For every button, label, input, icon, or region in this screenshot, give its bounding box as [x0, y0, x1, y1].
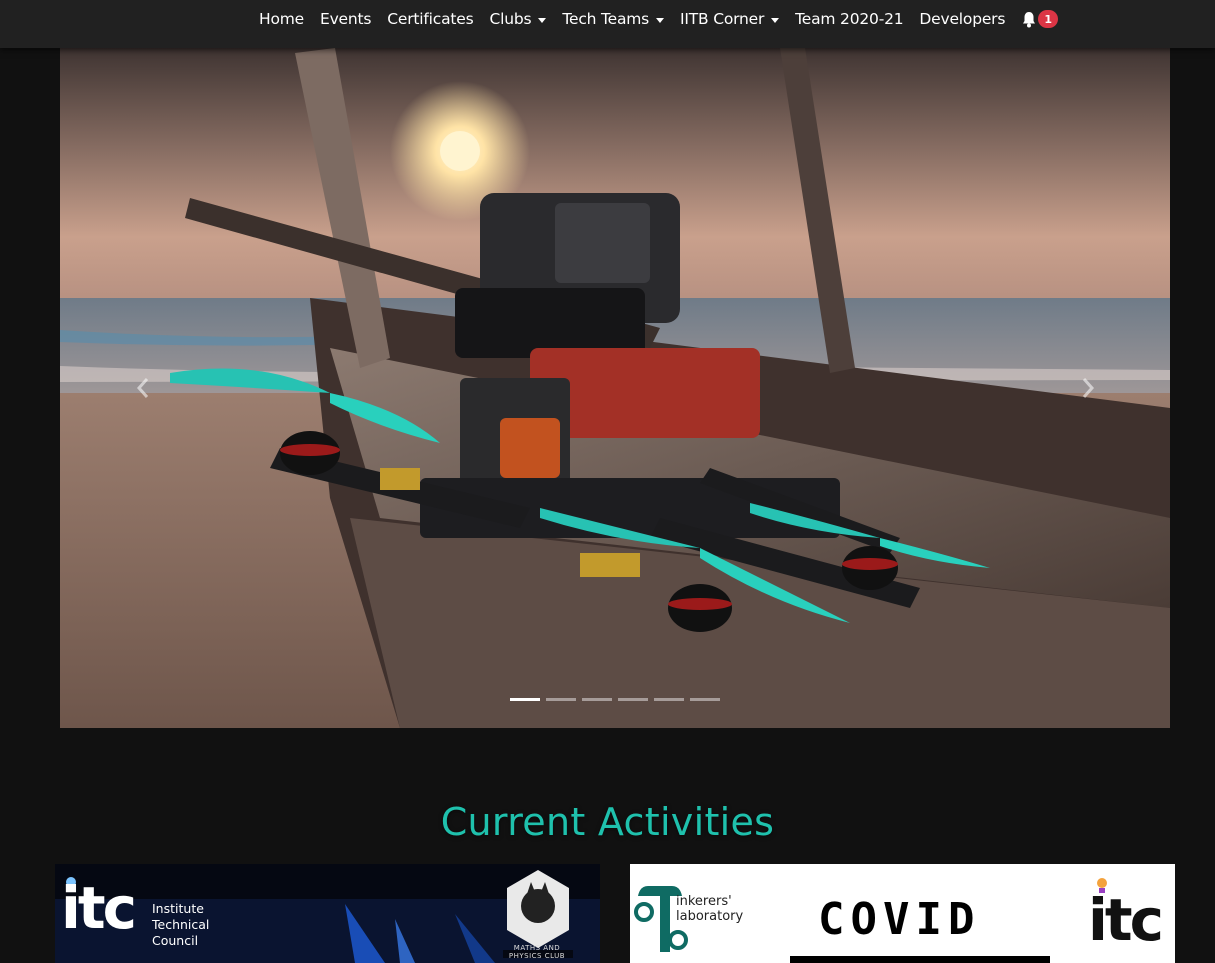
carousel-prev-button[interactable]: [60, 48, 225, 728]
nav-iitb-corner-dropdown[interactable]: IITB Corner: [672, 10, 787, 28]
headline-overflow-line: [790, 956, 1050, 963]
caret-down-icon: [656, 17, 665, 23]
nav-tech-teams-dropdown[interactable]: Tech Teams: [554, 10, 672, 28]
activity-card[interactable]: itc Institute Technical Council MATHS AN…: [55, 864, 600, 963]
notification-badge: 1: [1038, 10, 1059, 28]
hero-carousel: [60, 48, 1170, 728]
caret-down-icon: [538, 17, 547, 23]
org-name-line: Institute: [152, 901, 204, 916]
notification-button[interactable]: 1: [1013, 10, 1066, 28]
bell-icon: [1023, 11, 1036, 27]
carousel-slide-image: [60, 48, 1170, 728]
caret-down-icon: [771, 17, 780, 23]
org-name-line: Council: [152, 933, 199, 948]
navbar: Home Events Certificates Clubs Tech Team…: [0, 0, 1215, 48]
carousel-indicator[interactable]: [582, 698, 612, 701]
nav-developers[interactable]: Developers: [911, 10, 1013, 28]
partner-name-line: laboratory: [676, 909, 744, 924]
club-badge-text: MATHS AND PHYSICS CLUB: [508, 944, 566, 960]
carousel-indicator[interactable]: [510, 698, 540, 701]
nav-certificates[interactable]: Certificates: [379, 10, 481, 28]
carousel-next-button[interactable]: [1005, 48, 1170, 728]
card-headline: COVID: [818, 894, 981, 945]
itc-logo: itc: [61, 874, 137, 942]
nav-home[interactable]: Home: [251, 10, 312, 28]
nav-list: Home Events Certificates Clubs Tech Team…: [251, 0, 1066, 38]
partner-name: inkerers' laboratory: [676, 894, 743, 924]
chevron-left-icon: [136, 378, 148, 398]
org-name: Institute Technical Council: [152, 901, 209, 949]
org-name-line: Technical: [152, 917, 210, 932]
carousel-indicator[interactable]: [690, 698, 720, 701]
section-title: Current Activities: [440, 800, 775, 844]
nav-team[interactable]: Team 2020-21: [787, 10, 911, 28]
nav-clubs-dropdown[interactable]: Clubs: [481, 10, 554, 28]
partner-name-line: inkerers': [676, 894, 732, 909]
carousel-indicators: [510, 698, 720, 701]
chevron-right-icon: [1082, 378, 1094, 398]
carousel-indicator[interactable]: [618, 698, 648, 701]
carousel-indicator[interactable]: [654, 698, 684, 701]
itc-logo: itc: [1088, 886, 1164, 954]
activity-card[interactable]: inkerers' laboratory COVID itc: [630, 864, 1175, 963]
nav-events[interactable]: Events: [312, 10, 379, 28]
carousel-indicator[interactable]: [546, 698, 576, 701]
